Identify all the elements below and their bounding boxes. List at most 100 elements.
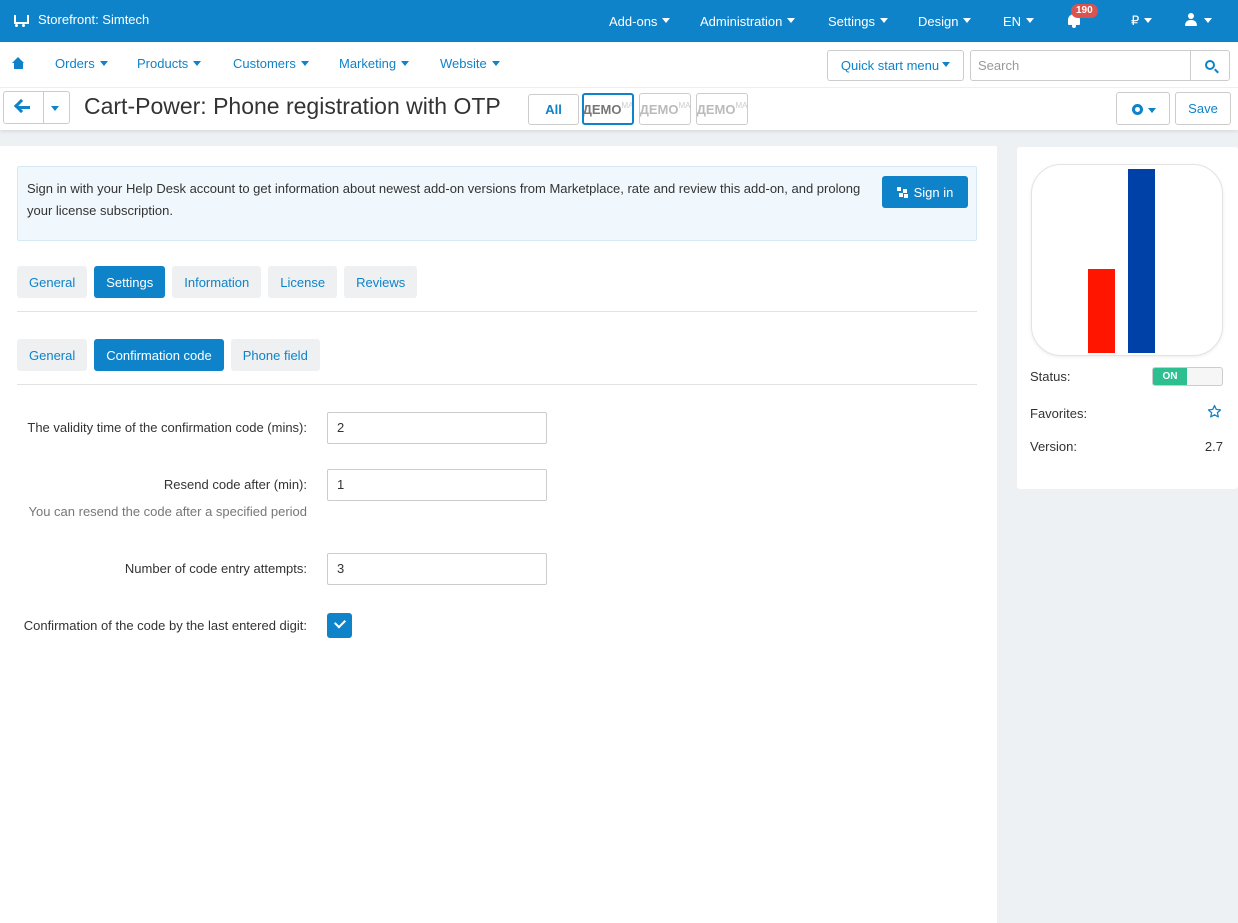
demo-label: ДЕМО — [696, 101, 736, 117]
chevron-down-icon — [942, 62, 951, 67]
favorites-label: Favorites: — [1030, 406, 1088, 421]
attempts-label: Number of code entry attempts: — [124, 561, 307, 576]
currency-label: ₽ — [1131, 13, 1140, 28]
settings-gear-button[interactable] — [1116, 92, 1170, 125]
resend-code-label: Resend code after (min): — [163, 477, 307, 492]
status-label: Status: — [1030, 369, 1071, 384]
language-label: EN — [1003, 13, 1022, 29]
subtab-general[interactable]: General — [17, 339, 88, 371]
back-button[interactable] — [4, 92, 44, 123]
subtab-phone-field[interactable]: Phone field — [230, 339, 320, 371]
sign-in-button[interactable]: Sign in — [882, 176, 968, 208]
divider — [17, 311, 977, 312]
tab-settings[interactable]: Settings — [94, 266, 166, 298]
attempts-input[interactable]: 3 — [327, 553, 547, 585]
tab-information[interactable]: Information — [172, 266, 262, 298]
search-input[interactable]: Search — [970, 50, 1191, 81]
storefront-demo-1[interactable]: ДЕМО МА — [582, 93, 634, 125]
storefront-label: Storefront: Simtech — [38, 12, 150, 27]
logo-blue-bar — [1128, 169, 1155, 353]
nav-customers-label: Customers — [233, 56, 296, 71]
chevron-down-icon — [963, 17, 972, 23]
menu-design[interactable]: Design — [918, 0, 972, 42]
sign-in-label: Sign in — [913, 184, 954, 200]
back-button-group — [3, 91, 70, 124]
nav-products-label: Products — [137, 56, 189, 71]
demo-label: ДЕМО — [582, 101, 622, 117]
chevron-down-icon — [1204, 17, 1212, 23]
storefront-all-button[interactable]: All — [528, 94, 579, 125]
storefront-demo-2[interactable]: ДЕМО МА — [639, 93, 691, 125]
resend-code-input[interactable]: 1 — [327, 469, 547, 501]
storefront-demo-3[interactable]: ДЕМО МА — [696, 93, 748, 125]
top-bar: Storefront: Simtech Add-ons Administrati… — [0, 0, 1238, 42]
chevron-down-icon — [193, 61, 202, 67]
logo-red-bar — [1088, 269, 1115, 353]
page-title: Cart-Power: Phone registration with OTP — [84, 93, 501, 119]
validity-time-label: The validity time of the confirmation co… — [27, 420, 307, 435]
quick-start-menu-button[interactable]: Quick start menu — [827, 50, 964, 81]
nav-customers[interactable]: Customers — [233, 56, 309, 71]
home-icon[interactable] — [12, 57, 25, 69]
chevron-down-icon — [787, 17, 796, 23]
storefront-switcher[interactable]: Storefront: Simtech — [12, 12, 149, 27]
status-on-label: ON — [1153, 368, 1187, 385]
user-menu-caret[interactable] — [1199, 0, 1212, 42]
nav-website[interactable]: Website — [440, 56, 500, 71]
chevron-down-icon — [879, 17, 888, 23]
nav-marketing[interactable]: Marketing — [339, 56, 410, 71]
menu-addons[interactable]: Add-ons — [609, 0, 671, 42]
menu-design-label: Design — [918, 13, 959, 29]
status-toggle[interactable]: ON — [1152, 367, 1223, 386]
main-nav: Orders Products Customers Marketing Webs… — [0, 42, 1238, 88]
star-icon[interactable] — [1207, 404, 1222, 419]
chevron-down-icon — [99, 61, 108, 67]
sub-tabs: General Confirmation code Phone field — [17, 339, 320, 371]
chevron-down-icon — [1144, 17, 1153, 23]
helpdesk-notice: Sign in with your Help Desk account to g… — [17, 166, 977, 241]
addon-sidebar: Status: ON Favorites: Version: 2.7 — [1017, 147, 1238, 489]
menu-settings[interactable]: Settings — [828, 0, 888, 42]
tab-reviews[interactable]: Reviews — [344, 266, 418, 298]
content-panel: Sign in with your Help Desk account to g… — [0, 146, 997, 923]
demo-sup: МА — [735, 100, 748, 110]
version-value: 2.7 — [1204, 439, 1223, 454]
cart-icon — [12, 13, 29, 27]
user-icon[interactable] — [1185, 13, 1197, 26]
tab-general[interactable]: General — [17, 266, 88, 298]
demo-sup: МА — [678, 100, 691, 110]
nav-marketing-label: Marketing — [339, 56, 397, 71]
nav-orders[interactable]: Orders — [55, 56, 108, 71]
version-label: Version: — [1030, 439, 1077, 454]
menu-settings-label: Settings — [828, 13, 875, 29]
chevron-down-icon — [1026, 17, 1035, 23]
language-selector[interactable]: EN — [1003, 0, 1035, 42]
back-dropdown-button[interactable] — [44, 92, 69, 123]
currency-selector[interactable]: ₽ — [1131, 0, 1153, 42]
chevron-down-icon — [1148, 108, 1156, 113]
chevron-down-icon — [300, 61, 309, 67]
subtab-confirmation-code[interactable]: Confirmation code — [94, 339, 224, 371]
search-icon — [1205, 60, 1215, 70]
save-button[interactable]: Save — [1175, 92, 1231, 125]
demo-label: ДЕМО — [639, 101, 679, 117]
grid-icon — [896, 186, 908, 198]
notice-text: Sign in with your Help Desk account to g… — [27, 181, 861, 218]
title-bar: Cart-Power: Phone registration with OTP … — [0, 88, 1238, 130]
chevron-down-icon — [491, 61, 500, 67]
validity-time-input[interactable]: 2 — [327, 412, 547, 444]
resend-code-hint: You can resend the code after a specifie… — [28, 504, 308, 519]
menu-administration[interactable]: Administration — [700, 0, 796, 42]
menu-administration-label: Administration — [700, 13, 783, 29]
main-tabs: General Settings Information License Rev… — [17, 266, 418, 298]
search-button[interactable] — [1190, 50, 1230, 81]
chevron-down-icon — [401, 61, 410, 67]
nav-orders-label: Orders — [55, 56, 95, 71]
divider — [17, 384, 977, 385]
last-digit-label: Confirmation of the code by the last ent… — [23, 618, 307, 633]
last-digit-checkbox[interactable] — [327, 613, 352, 638]
nav-products[interactable]: Products — [137, 56, 202, 71]
menu-addons-label: Add-ons — [609, 13, 658, 29]
notification-badge: 190 — [1071, 4, 1098, 18]
tab-license[interactable]: License — [268, 266, 338, 298]
